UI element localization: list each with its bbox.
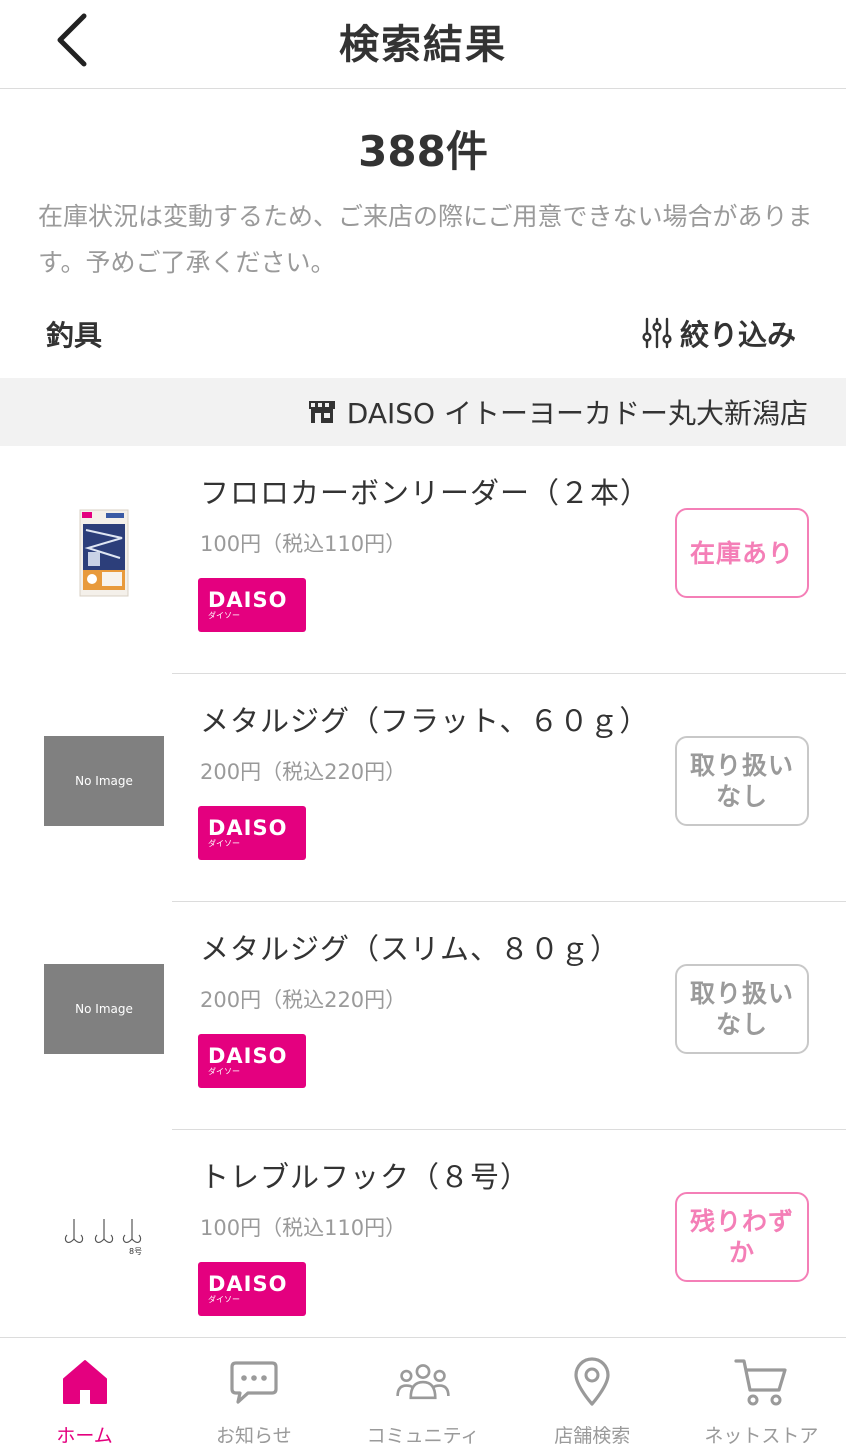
product-price: 100円（税込110円） [200,1216,407,1240]
daiso-logo: DAISO ダイソー [198,806,306,860]
product-name: トレブルフック（８号） [200,1160,531,1194]
stock-status-badge[interactable]: 取り扱いなし [675,964,809,1054]
leader-package-image [79,509,129,597]
nav-store-search[interactable]: 店舗検索 [508,1338,677,1448]
daiso-logo: DAISO ダイソー [198,578,306,632]
result-count: 388件 [358,127,488,176]
product-price: 100円（税込110円） [200,532,407,556]
product-name: メタルジグ（スリム、８０ｇ） [200,932,621,966]
no-image-placeholder: No Image [44,736,164,826]
product-price: 200円（税込220円） [200,760,407,784]
list-item[interactable]: フロロカーボンリーダー（２本） 100円（税込110円） DAISO ダイソー … [0,446,846,674]
brand-text: DAISO [208,816,288,840]
home-icon [57,1354,113,1409]
category-label: 釣具 [46,319,103,352]
hook-size-label: 8号 [129,1247,142,1256]
product-name: フロロカーボンリーダー（２本） [200,476,651,510]
nav-community[interactable]: コミュニティ [338,1338,507,1448]
app-header: 検索結果 [0,0,846,89]
nav-label-store-search: 店舗検索 [554,1425,631,1447]
nav-news[interactable]: お知らせ [169,1338,338,1448]
brand-text: DAISO [208,588,288,612]
daiso-logo: DAISO ダイソー [198,1262,306,1316]
brand-sub: ダイソー [208,1067,240,1076]
filter-button[interactable]: 絞り込み [642,312,796,354]
page-title: 検索結果 [339,22,507,68]
product-list: フロロカーボンリーダー（２本） 100円（税込110円） DAISO ダイソー … [0,446,846,1358]
nav-label-community: コミュニティ [366,1425,480,1447]
list-item[interactable]: 8号 トレブルフック（８号） 100円（税込110円） DAISO ダイソー 残… [0,1130,846,1358]
product-image: 8号 [44,1192,164,1282]
map-pin-icon [564,1354,620,1409]
nav-label-news: お知らせ [215,1425,292,1447]
people-icon [395,1354,451,1409]
nav-home[interactable]: ホーム [0,1338,169,1448]
no-image-placeholder: No Image [44,964,164,1054]
list-item[interactable]: No Image メタルジグ（フラット、６０ｇ） 200円（税込220円） DA… [0,674,846,902]
filter-label: 絞り込み [679,318,796,352]
treble-hook-image: 8号 [64,1219,142,1256]
stock-status-badge[interactable]: 在庫あり [675,508,809,598]
brand-sub: ダイソー [208,839,240,848]
brand-sub: ダイソー [208,1295,240,1304]
store-bar[interactable]: DAISO イトーヨーカドー丸大新潟店 [0,378,846,446]
product-name: メタルジグ（フラット、６０ｇ） [200,704,650,738]
stock-notice: 在庫状況は変動するため、ご来店の際にご用意できない場合があります。予めご了承くだ… [38,202,813,277]
store-icon [308,401,335,423]
filter-sliders-icon [642,317,672,349]
product-image [44,508,164,598]
store-name: DAISO イトーヨーカドー丸大新潟店 [346,397,808,430]
brand-text: DAISO [208,1272,288,1296]
list-item[interactable]: No Image メタルジグ（スリム、８０ｇ） 200円（税込220円） DAI… [0,902,846,1130]
brand-sub: ダイソー [208,611,240,620]
bottom-nav: ホーム お知らせ コミュニティ 店舗検索 ネットストア [0,1337,846,1448]
chat-bubble-icon [226,1354,282,1409]
brand-text: DAISO [208,1044,288,1068]
cart-icon [733,1354,789,1409]
stock-status-badge[interactable]: 残りわずか [675,1192,809,1282]
stock-status-badge[interactable]: 取り扱いなし [675,736,809,826]
nav-label-net-store: ネットストア [704,1425,819,1447]
nav-label-home: ホーム [56,1425,113,1447]
daiso-logo: DAISO ダイソー [198,1034,306,1088]
nav-net-store[interactable]: ネットストア [677,1338,846,1448]
product-price: 200円（税込220円） [200,988,407,1012]
